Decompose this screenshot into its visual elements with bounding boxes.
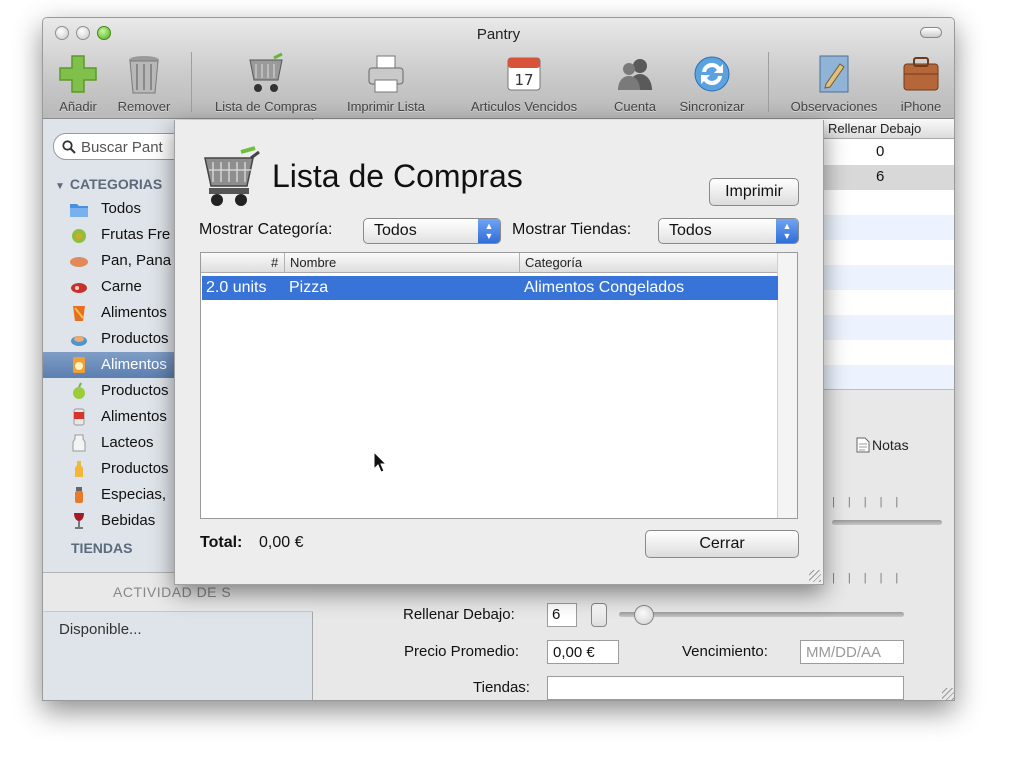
sync-icon bbox=[694, 56, 730, 92]
remove-button[interactable]: Remover bbox=[111, 52, 177, 114]
column-divider[interactable] bbox=[519, 253, 520, 273]
expiry-input[interactable]: MM/DD/AA bbox=[800, 640, 904, 664]
stores-label: Tiendas: bbox=[473, 679, 530, 696]
print-button[interactable]: Imprimir bbox=[709, 178, 799, 206]
cart-icon bbox=[249, 52, 283, 92]
document-icon bbox=[856, 437, 870, 453]
toolbar: Pantry Añadir Remover Lista de Compras I… bbox=[43, 18, 954, 119]
fruit-icon bbox=[72, 229, 86, 243]
shopping-list-sheet: Lista de Compras Imprimir Mostrar Catego… bbox=[174, 120, 824, 585]
refill-stepper[interactable] bbox=[591, 603, 607, 627]
expiry-label: Vencimiento: bbox=[682, 643, 768, 660]
mouse-cursor-icon bbox=[373, 451, 387, 473]
svg-text:17: 17 bbox=[514, 71, 533, 89]
toolbox-icon bbox=[903, 57, 939, 91]
vertical-scrollbar[interactable] bbox=[777, 253, 797, 518]
slider-track[interactable] bbox=[832, 520, 942, 525]
bottle-icon bbox=[75, 461, 83, 477]
can-icon bbox=[73, 408, 85, 426]
column-header-category[interactable]: Categoría bbox=[525, 255, 582, 270]
total-label: Total: bbox=[200, 534, 243, 551]
slider-ticks: ||||| bbox=[832, 572, 912, 584]
total-value: 0,00 € bbox=[259, 534, 304, 551]
column-header-refill[interactable]: Rellenar Debajo bbox=[828, 121, 921, 136]
disclosure-triangle-icon: ▼ bbox=[55, 181, 65, 192]
refill-label: Rellenar Debajo: bbox=[403, 606, 515, 623]
select-arrows-icon: ▲ ▼ bbox=[478, 219, 500, 243]
observations-button[interactable]: Observaciones bbox=[781, 52, 887, 114]
spice-icon bbox=[75, 487, 83, 503]
calendar-icon: 17 bbox=[507, 57, 541, 91]
sheet-title: Lista de Compras bbox=[272, 158, 523, 194]
category-filter-select[interactable]: Todos ▲ ▼ bbox=[363, 218, 501, 244]
avg-price-input[interactable]: 0,00 € bbox=[547, 640, 619, 664]
expired-items-button[interactable]: 17 Articulos Vencidos bbox=[457, 52, 591, 114]
stores-filter-label: Mostrar Tiendas: bbox=[512, 221, 632, 238]
folder-icon bbox=[70, 204, 88, 217]
tab-notes[interactable]: Notas bbox=[856, 437, 909, 453]
box-icon bbox=[73, 306, 85, 321]
shopping-list-table[interactable]: # Nombre Categoría 2.0 units Pizza Alime… bbox=[200, 252, 798, 519]
resize-grip[interactable] bbox=[942, 688, 954, 700]
cart-icon bbox=[204, 146, 260, 206]
close-button[interactable]: Cerrar bbox=[645, 530, 799, 558]
column-header-name[interactable]: Nombre bbox=[290, 255, 336, 270]
slider-ticks: ||||| bbox=[832, 496, 912, 508]
toolbar-separator bbox=[191, 52, 192, 112]
toolbar-toggle-button[interactable] bbox=[920, 27, 942, 38]
shopping-list-header: # Nombre Categoría bbox=[201, 253, 779, 273]
stores-input[interactable] bbox=[547, 676, 904, 700]
stores-header[interactable]: TIENDAS bbox=[71, 540, 132, 556]
window-title: Pantry bbox=[476, 26, 521, 43]
status-text: Disponible... bbox=[59, 621, 142, 638]
wine-icon bbox=[74, 513, 84, 529]
people-icon bbox=[618, 59, 652, 90]
product-icon bbox=[71, 336, 87, 346]
trash-icon bbox=[129, 56, 159, 94]
add-button[interactable]: Añadir bbox=[53, 52, 103, 114]
column-divider[interactable] bbox=[284, 253, 285, 273]
refill-slider[interactable] bbox=[619, 612, 904, 617]
milk-icon bbox=[72, 434, 86, 452]
select-arrows-icon: ▲ ▼ bbox=[776, 219, 798, 243]
meat-icon bbox=[71, 283, 87, 293]
account-button[interactable]: Cuenta bbox=[605, 52, 665, 114]
notepad-icon bbox=[819, 55, 849, 93]
table-row[interactable]: 2.0 units Pizza Alimentos Congelados bbox=[202, 276, 778, 300]
printer-icon bbox=[368, 55, 404, 93]
categories-header[interactable]: ▼ CATEGORIAS bbox=[55, 176, 162, 192]
refill-input[interactable]: 6 bbox=[547, 603, 577, 627]
column-header-qty[interactable]: # bbox=[271, 255, 278, 270]
bread-icon bbox=[70, 257, 88, 267]
plus-icon bbox=[59, 55, 97, 93]
sync-button[interactable]: Sincronizar bbox=[671, 52, 753, 114]
iphone-button[interactable]: iPhone bbox=[893, 52, 949, 114]
resize-grip[interactable] bbox=[809, 570, 821, 582]
frozen-icon bbox=[73, 357, 85, 373]
refill-slider-knob[interactable] bbox=[634, 605, 654, 625]
category-filter-label: Mostrar Categoría: bbox=[199, 221, 333, 238]
avg-price-label: Precio Promedio: bbox=[404, 643, 520, 660]
shopping-list-button[interactable]: Lista de Compras bbox=[203, 52, 329, 114]
apple-icon bbox=[73, 382, 85, 399]
toolbar-separator bbox=[768, 52, 769, 112]
stores-filter-select[interactable]: Todos ▲ ▼ bbox=[658, 218, 799, 244]
print-list-button[interactable]: Imprimir Lista bbox=[337, 52, 435, 114]
search-icon bbox=[62, 140, 76, 154]
